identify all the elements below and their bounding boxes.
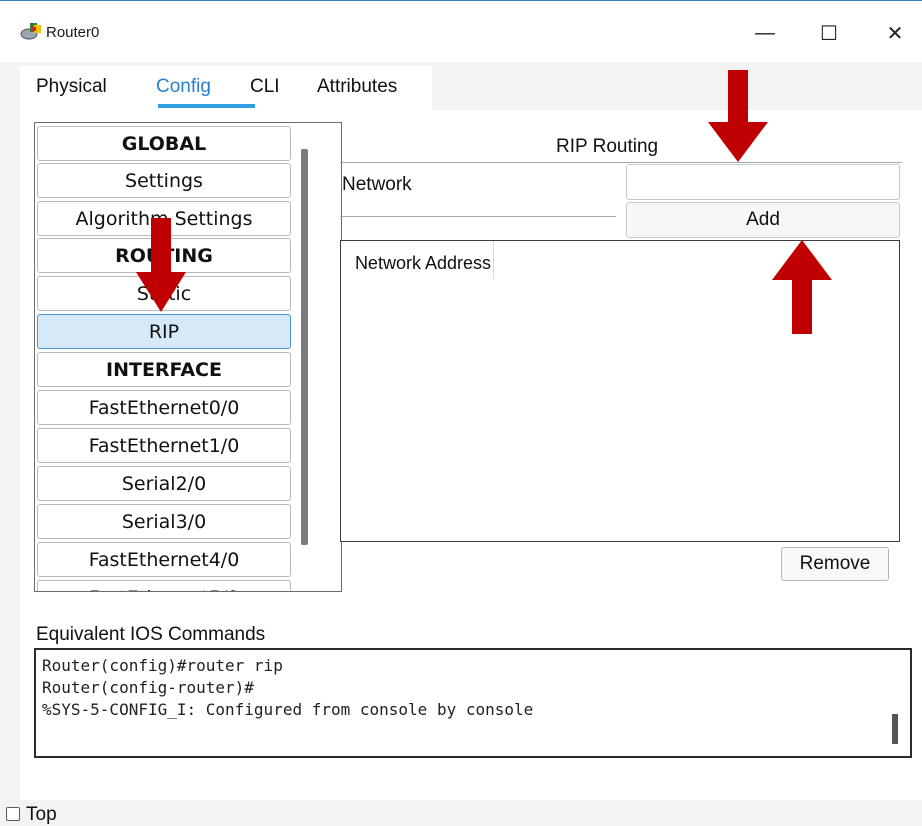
title-bar: Router0 — ☐ ✕ <box>0 0 922 62</box>
sidebar-item-static[interactable]: Static <box>37 276 291 311</box>
top-checkbox[interactable] <box>6 807 20 821</box>
sidebar-item-rip[interactable]: RIP <box>37 314 291 349</box>
tab-physical[interactable]: Physical <box>36 76 107 98</box>
router-device-icon <box>20 23 41 40</box>
maximize-icon: ☐ <box>820 22 838 45</box>
close-button[interactable]: ✕ <box>870 15 920 51</box>
config-sidebar: GLOBAL Settings Algorithm Settings ROUTI… <box>34 122 342 592</box>
maximize-button[interactable]: ☐ <box>804 15 854 51</box>
sidebar-header-global: GLOBAL <box>37 126 291 161</box>
rip-routing-title: RIP Routing <box>556 136 659 157</box>
network-address-table[interactable]: Network Address <box>340 240 900 542</box>
close-icon: ✕ <box>886 22 904 45</box>
window-title: Router0 <box>46 24 100 41</box>
top-checkbox-row: Top <box>0 800 922 826</box>
sidebar-item-fastethernet0-0[interactable]: FastEthernet0/0 <box>37 390 291 425</box>
sidebar-item-fastethernet5-0[interactable]: FastEthernet5/0 <box>37 580 291 591</box>
tab-config[interactable]: Config <box>156 76 211 98</box>
tab-attributes[interactable]: Attributes <box>317 76 397 98</box>
tab-bar: Physical Config CLI Attributes <box>20 66 432 110</box>
add-network-button[interactable]: Add <box>626 202 900 238</box>
ios-commands-console[interactable]: Router(config)#router rip Router(config-… <box>34 648 912 758</box>
console-scrollbar-thumb[interactable] <box>892 714 898 744</box>
sidebar-item-settings[interactable]: Settings <box>37 163 291 198</box>
active-tab-indicator <box>158 104 255 108</box>
form-divider <box>340 216 616 217</box>
console-line: Router(config)#router rip <box>42 656 283 675</box>
sidebar-item-fastethernet4-0[interactable]: FastEthernet4/0 <box>37 542 291 577</box>
config-panel: GLOBAL Settings Algorithm Settings ROUTI… <box>20 110 922 800</box>
sidebar-item-serial2-0[interactable]: Serial2/0 <box>37 466 291 501</box>
minimize-button[interactable]: — <box>740 15 790 51</box>
network-label: Network <box>342 174 412 195</box>
tab-cli[interactable]: CLI <box>250 76 280 98</box>
console-line: Router(config-router)# <box>42 678 254 697</box>
network-address-header-text: Network Address <box>354 253 491 273</box>
sidebar-item-fastethernet1-0[interactable]: FastEthernet1/0 <box>37 428 291 463</box>
title-divider <box>340 162 902 163</box>
sidebar-header-interface: INTERFACE <box>37 352 291 387</box>
console-line: %SYS-5-CONFIG_I: Configured from console… <box>42 700 534 719</box>
network-address-column-header: Network Address <box>341 241 494 279</box>
sidebar-scrollbar-thumb[interactable] <box>301 149 308 545</box>
ios-commands-label: Equivalent IOS Commands <box>36 624 266 645</box>
network-input[interactable] <box>626 164 900 200</box>
minimize-icon: — <box>755 21 775 44</box>
remove-network-button[interactable]: Remove <box>781 547 889 581</box>
top-checkbox-label: Top <box>26 804 57 825</box>
sidebar-item-serial3-0[interactable]: Serial3/0 <box>37 504 291 539</box>
sidebar-header-routing: ROUTING <box>37 238 291 273</box>
sidebar-item-algorithm-settings[interactable]: Algorithm Settings <box>37 201 291 236</box>
